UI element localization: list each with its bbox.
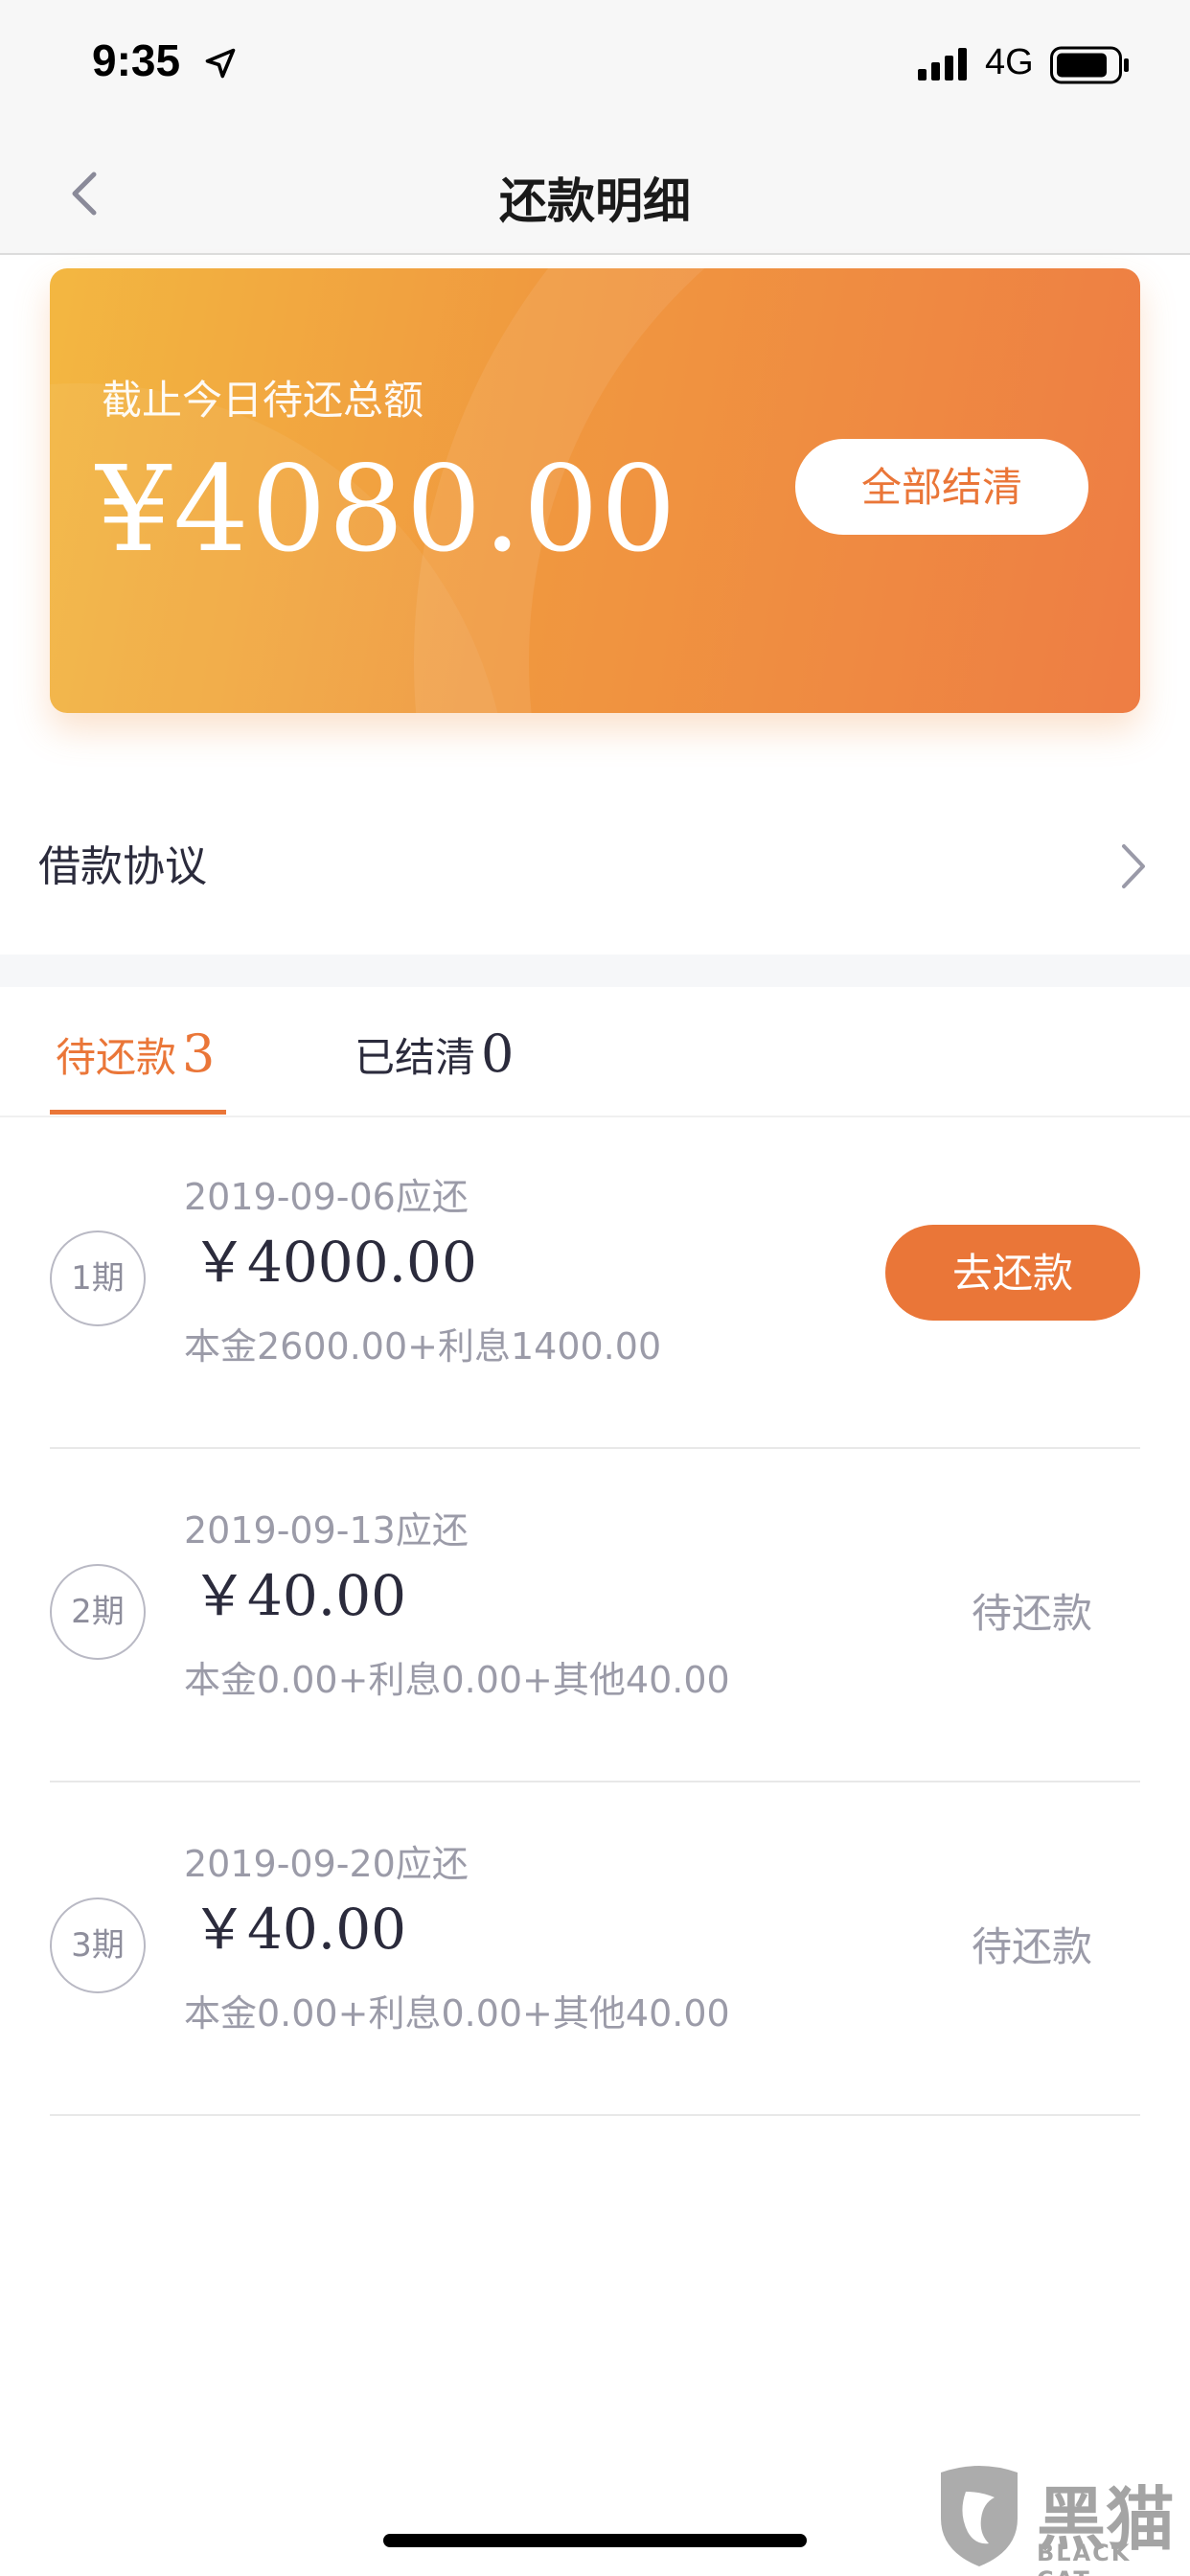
black-cat-shield-logo-icon	[941, 2466, 1018, 2566]
battery-icon	[1050, 46, 1129, 84]
due-amount: ￥4000.00	[192, 1230, 477, 1295]
period-badge: 1期	[50, 1230, 146, 1326]
status-label: 待还款	[972, 1923, 1093, 1970]
loan-agreement-row[interactable]: 借款协议	[0, 774, 1190, 953]
amount-breakdown: 本金0.00+利息0.00+其他40.00	[184, 1992, 730, 2035]
row-divider	[50, 2114, 1140, 2116]
installment-row: 3期 2019-09-20应还 ￥40.00 本金0.00+利息0.00+其他4…	[0, 1784, 1190, 2116]
cellular-signal-icon	[918, 48, 967, 80]
due-amount: ￥40.00	[192, 1897, 407, 1962]
amount-breakdown: 本金0.00+利息0.00+其他40.00	[184, 1659, 730, 1701]
repayment-detail-screen: 9:35 4G 还款明细 截止今日待还总额 ¥4080.00 全部结清 借款协议…	[0, 0, 1190, 2576]
due-amount: ￥40.00	[192, 1563, 407, 1628]
period-badge: 3期	[50, 1898, 146, 1993]
due-date: 2019-09-13应还	[184, 1509, 469, 1552]
installment-row: 1期 2019-09-06应还 ￥4000.00 本金2600.00+利息140…	[0, 1117, 1190, 1449]
row-divider	[50, 1781, 1140, 1782]
period-badge: 2期	[50, 1564, 146, 1660]
due-date: 2019-09-20应还	[184, 1843, 469, 1885]
due-date: 2019-09-06应还	[184, 1176, 469, 1218]
tab-pending-count: 3	[182, 1024, 216, 1084]
navigation-bar: 还款明细	[0, 134, 1190, 255]
location-arrow-icon	[205, 48, 236, 79]
status-label: 待还款	[972, 1590, 1093, 1637]
tab-settled[interactable]: 已结清 0	[355, 1024, 514, 1091]
status-bar: 9:35 4G	[0, 0, 1190, 134]
home-indicator[interactable]	[383, 2534, 807, 2547]
status-time: 9:35	[92, 35, 181, 85]
amount-breakdown: 本金2600.00+利息1400.00	[184, 1325, 662, 1368]
repayment-tabs: 待还款 3 已结清 0	[0, 987, 1190, 1117]
tab-settled-count: 0	[481, 1024, 515, 1084]
tab-pending-label: 待还款	[56, 1034, 177, 1081]
row-divider	[50, 1447, 1140, 1449]
loan-agreement-label: 借款协议	[38, 842, 207, 891]
tab-settled-label: 已结清	[355, 1034, 476, 1081]
chevron-right-icon	[1122, 844, 1145, 888]
black-cat-watermark: 黑猫 BLACK CAT	[929, 2463, 1190, 2576]
tab-pending[interactable]: 待还款 3	[56, 1024, 215, 1091]
network-type: 4G	[985, 42, 1034, 82]
installment-row: 2期 2019-09-13应还 ￥40.00 本金0.00+利息0.00+其他4…	[0, 1451, 1190, 1782]
watermark-text-en: BLACK CAT	[1037, 2540, 1132, 2576]
settle-all-button[interactable]: 全部结清	[795, 439, 1088, 535]
page-title: 还款明细	[499, 173, 691, 229]
active-tab-indicator	[50, 1110, 226, 1115]
outstanding-summary-card: 截止今日待还总额 ¥4080.00 全部结清	[50, 268, 1140, 713]
outstanding-total-amount: ¥4080.00	[96, 441, 678, 579]
outstanding-total-label: 截止今日待还总额	[102, 377, 424, 424]
repay-now-button[interactable]: 去还款	[885, 1225, 1140, 1321]
section-separator	[0, 954, 1190, 987]
